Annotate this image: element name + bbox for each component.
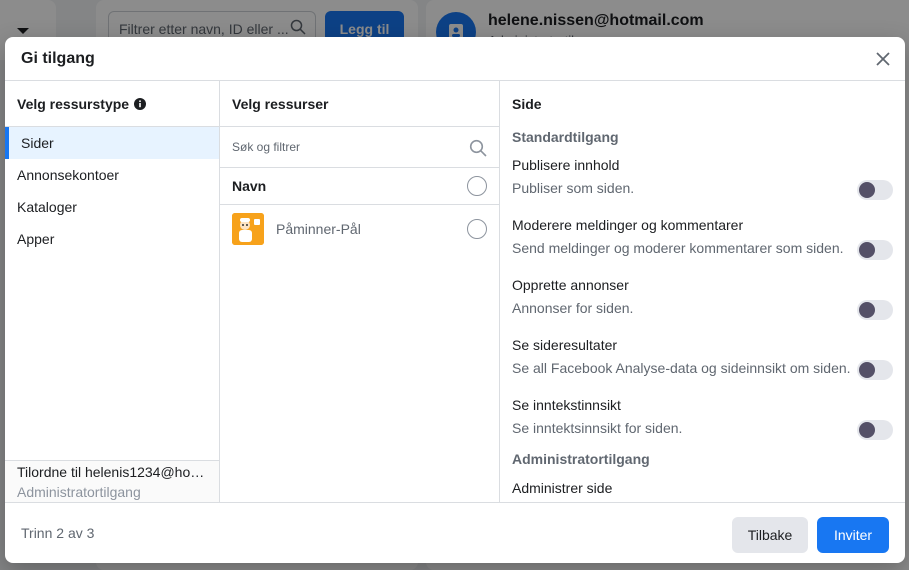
name-header-row: Navn — [220, 168, 499, 205]
resources-search-input[interactable] — [232, 140, 452, 154]
admin-access-heading: Administratortilgang — [512, 451, 650, 467]
standard-access-heading: Standardtilgang — [512, 129, 619, 145]
permission-title: Se inntekstinnsikt — [512, 397, 621, 413]
resource-row[interactable]: Påminner-Pål — [220, 205, 499, 253]
resource-type-heading: Velg ressurstype — [5, 81, 219, 127]
grant-access-dialog: Gi tilgang Velg ressurstype Sider Annons… — [5, 37, 905, 563]
toggle-knob — [859, 422, 875, 438]
assignment-summary: Tilordne til helenis1234@hotmail.com Adm… — [5, 460, 219, 502]
permission-description: Send meldinger og moderer kommentarer so… — [512, 240, 844, 256]
permission-create-ads: Opprette annonser Annonser for siden. — [500, 269, 905, 329]
name-column-header: Navn — [232, 178, 267, 194]
toggle-knob — [859, 242, 875, 258]
permission-view-revenue-insights: Se inntekstinnsikt Se inntektsinnsikt fo… — [500, 389, 905, 449]
permission-title: Se sideresultater — [512, 337, 618, 353]
permission-toggle[interactable] — [857, 420, 893, 440]
dialog-title: Gi tilgang — [21, 50, 95, 67]
resource-type-pages[interactable]: Sider — [5, 127, 219, 159]
permissions-column: Side Standardtilgang Publisere innhold P… — [500, 81, 905, 502]
permission-description: Publiser som siden. — [512, 180, 635, 196]
search-icon — [469, 139, 487, 157]
assign-role-text: Administratortilgang — [17, 484, 141, 500]
permission-title: Moderere meldinger og kommentarer — [512, 217, 744, 233]
close-icon[interactable] — [873, 49, 893, 69]
resources-heading: Velg ressurser — [220, 81, 499, 127]
toggle-knob — [859, 182, 875, 198]
dialog-header: Gi tilgang — [5, 37, 905, 81]
resource-type-ad-accounts[interactable]: Annonsekontoer — [5, 159, 219, 191]
resource-type-column: Velg ressurstype Sider Annonsekontoer Ka… — [5, 81, 220, 502]
permission-description: Se inntektsinnsikt for siden. — [512, 420, 683, 436]
toggle-knob — [859, 362, 875, 378]
resource-select-radio[interactable] — [467, 219, 487, 239]
select-all-radio[interactable] — [467, 176, 487, 196]
permission-moderate-messages: Moderere meldinger og kommentarer Send m… — [500, 209, 905, 269]
permission-title: Publisere innhold — [512, 157, 620, 173]
permission-toggle[interactable] — [857, 360, 893, 380]
permissions-heading: Side — [512, 96, 542, 112]
resource-type-heading-text: Velg ressurstype — [17, 95, 130, 112]
resources-column: Velg ressurser Navn Påminner-Pål — [220, 81, 500, 502]
resources-search — [220, 127, 499, 168]
resource-type-apps[interactable]: Apper — [5, 223, 219, 255]
back-button[interactable]: Tilbake — [732, 517, 808, 553]
toggle-knob — [859, 302, 875, 318]
permission-description: Annonser for siden. — [512, 300, 634, 316]
invite-button[interactable]: Inviter — [817, 517, 889, 553]
page-thumbnail — [232, 213, 264, 245]
permission-publish-content: Publisere innhold Publiser som siden. — [500, 149, 905, 209]
dialog-footer: Trinn 2 av 3 Tilbake Inviter — [5, 502, 905, 563]
permission-title: Opprette annonser — [512, 277, 629, 293]
permission-toggle[interactable] — [857, 180, 893, 200]
resource-type-catalogs[interactable]: Kataloger — [5, 191, 219, 223]
info-icon[interactable] — [134, 97, 147, 110]
step-indicator: Trinn 2 av 3 — [21, 525, 95, 541]
permission-view-page-results: Se sideresultater Se all Facebook Analys… — [500, 329, 905, 389]
permission-toggle[interactable] — [857, 300, 893, 320]
resource-name: Påminner-Pål — [276, 221, 361, 237]
assign-to-text: Tilordne til helenis1234@hotmail.com — [17, 464, 207, 480]
permission-toggle[interactable] — [857, 240, 893, 260]
permission-description: Se all Facebook Analyse-data og sideinns… — [512, 360, 851, 376]
manage-page-permission: Administrer side — [512, 480, 613, 496]
